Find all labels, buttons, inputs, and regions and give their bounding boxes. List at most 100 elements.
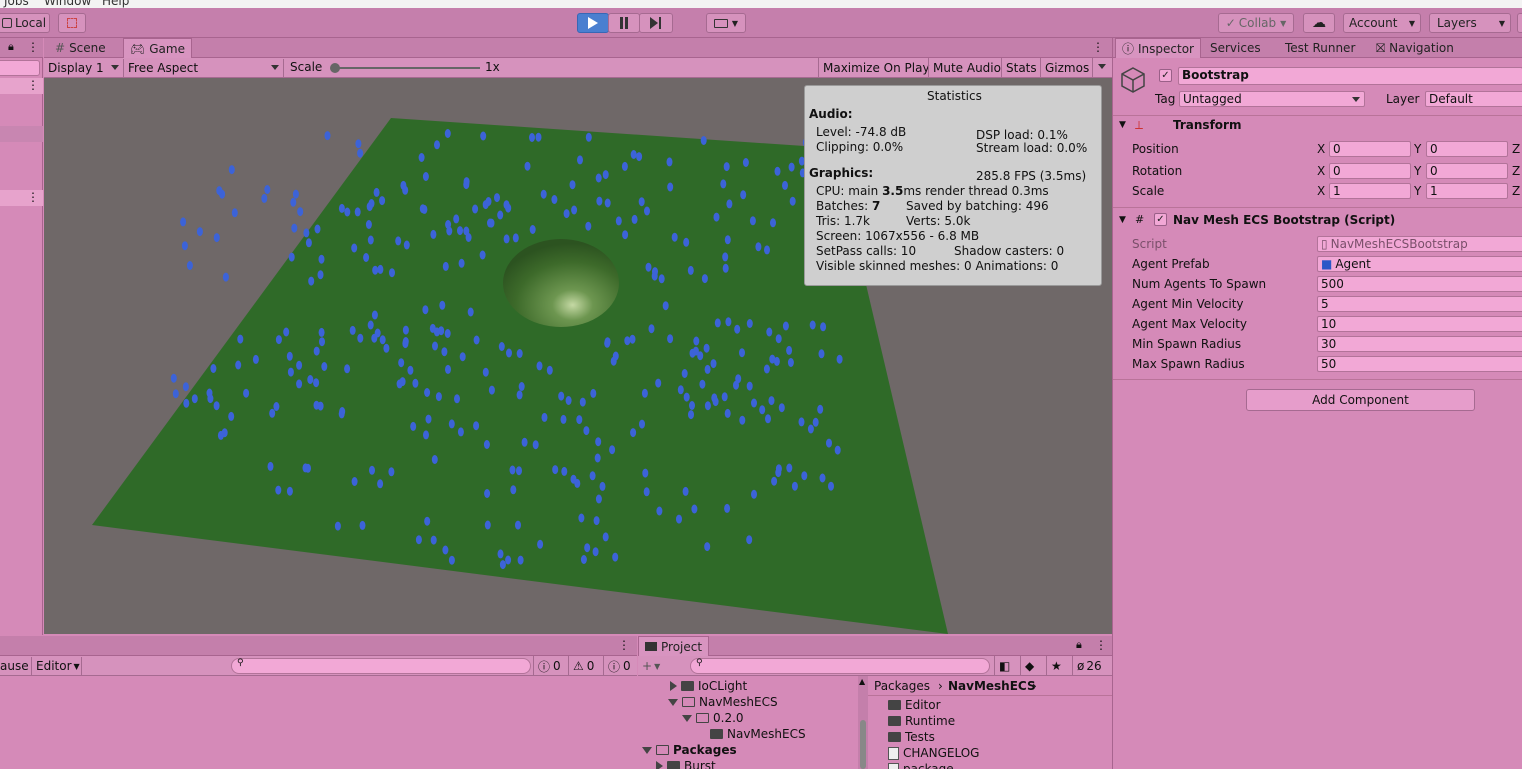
play-button[interactable] [577,13,609,33]
info-count-toggle[interactable]: ⓘ 0 [603,656,635,676]
error-count-toggle[interactable]: ⓘ 0 [533,656,565,676]
search-icon: ⚲ [237,658,244,668]
file-package[interactable]: package [888,762,954,769]
tag-dropdown[interactable]: Untagged [1179,91,1365,107]
object-name-field[interactable]: Bootstrap [1178,67,1522,85]
local-button[interactable]: Local [0,13,50,33]
breadcrumb-packages[interactable]: Packages [874,679,930,693]
file-runtime[interactable]: Runtime [888,714,955,728]
layer-dropdown[interactable]: Default [1425,91,1522,107]
breadcrumb-navmeshecs[interactable]: NavMeshECS [948,679,1036,693]
console-search[interactable]: ⚲ [231,658,531,674]
search-by-type-button[interactable]: ◧ [994,656,1014,676]
maximize-on-play-button[interactable]: Maximize On Play [818,58,934,78]
project-search[interactable]: ⚲ [690,658,990,674]
layers-dropdown[interactable]: Layers ▼ [1429,13,1511,33]
cloud-button[interactable]: ☁ [1303,13,1335,33]
skinned-meshes: Visible skinned meshes: 0 Animations: 0 [816,259,1059,273]
step-button[interactable] [639,13,673,33]
pivot-button[interactable] [58,13,86,33]
position-y-field[interactable]: 0 [1426,141,1508,157]
add-component-button[interactable]: Add Component [1246,389,1475,411]
subscene-row[interactable]: ⋮ [0,190,43,206]
rotation-x-field[interactable]: 0 [1329,163,1411,179]
hidden-packages-button[interactable]: ø 26 [1072,656,1106,676]
position-x-field[interactable]: 0 [1329,141,1411,157]
favorites-button[interactable]: ★ [1046,656,1066,676]
collab-button[interactable]: ✓ Collab ▼ [1218,13,1294,33]
chevron-down-icon[interactable]: ▼ [1119,120,1126,130]
console-log-area[interactable] [0,676,637,769]
num-agents-field[interactable]: 500 [1317,276,1522,292]
pause-button[interactable] [608,13,640,33]
lock-icon[interactable]: 🔒︎ [8,40,14,54]
tree-item-burst[interactable]: Burst [656,759,716,769]
account-dropdown[interactable]: Account ▼ [1343,13,1421,33]
scale-x-field[interactable]: 1 [1329,183,1411,199]
display-dropdown[interactable]: Display 1 [44,59,124,77]
aspect-dropdown[interactable]: Free Aspect [124,59,284,77]
file-tests[interactable]: Tests [888,730,935,744]
agent-prefab-field[interactable]: ■ Agent [1317,256,1522,272]
grid-icon [67,18,77,28]
min-spawn-radius-field[interactable]: 30 [1317,336,1522,352]
tree-item-iocl[interactable]: IoCLight [670,679,747,693]
gizmos-dropdown[interactable] [1092,58,1112,78]
scale-slider-thumb[interactable] [330,63,340,73]
tab-navigation[interactable]: ⛝ Navigation [1370,38,1460,58]
max-velocity-field[interactable]: 10 [1317,316,1522,332]
menu-help[interactable]: Help [102,0,129,8]
star-icon: ★ [1051,659,1062,673]
tab-services[interactable]: Services [1204,38,1267,58]
layout-device-button[interactable]: ▼ [706,13,746,33]
transform-title[interactable]: Transform [1173,118,1241,132]
tab-project[interactable]: Project [638,636,710,656]
lock-icon[interactable]: 🔒︎ [1076,638,1082,652]
max-spawn-radius-field[interactable]: 50 [1317,356,1522,372]
tree-item-version[interactable]: 0.2.0 [682,711,744,725]
error-pause-button[interactable]: ause [0,657,32,675]
hierarchy-search[interactable] [0,60,40,76]
chevron-down-icon[interactable]: ▼ [1119,215,1126,225]
active-checkbox[interactable]: ✓ [1159,69,1172,82]
chevron-down-icon [271,65,279,70]
project-tree-scrollbar[interactable]: ▲ [858,676,868,769]
min-velocity-field[interactable]: 5 [1317,296,1522,312]
rotation-y-field[interactable]: 0 [1426,163,1508,179]
tab-test-runner[interactable]: Test Runner [1279,38,1361,58]
more-icon[interactable]: ⋮ [1092,40,1104,54]
search-by-label-button[interactable]: ◆ [1020,656,1038,676]
tab-game[interactable]: 🎮︎ Game [123,38,192,58]
menu-jobs[interactable]: Jobs [4,0,29,8]
editor-dropdown[interactable]: Editor ▼ [32,657,82,675]
selected-row[interactable] [0,126,43,142]
mute-audio-button[interactable]: Mute Audio [928,58,1005,78]
more-icon[interactable]: ⋮ [1095,638,1107,652]
more-icon[interactable]: ⋮ [27,78,39,92]
agent-marker [801,471,808,481]
component-title[interactable]: Nav Mesh ECS Bootstrap (Script) [1173,213,1395,227]
agent-marker [518,382,525,391]
warning-count-toggle[interactable]: ⚠ 0 [568,656,598,676]
scene-row[interactable]: ⋮ [0,78,43,94]
agent-marker [643,487,650,497]
tab-scene[interactable]: # Scene [49,38,112,58]
gizmos-button[interactable]: Gizmos [1040,58,1093,78]
menu-window[interactable]: Window [44,0,91,8]
tree-item-packages[interactable]: Packages [642,743,737,757]
file-editor[interactable]: Editor [888,698,941,712]
tree-item-navmeshecs[interactable]: NavMeshECS [668,695,778,709]
scale-slider[interactable] [330,63,480,73]
layout-button[interactable] [1517,13,1522,33]
scale-y-field[interactable]: 1 [1426,183,1508,199]
tree-item-navmeshecs-inner[interactable]: NavMeshECS [710,727,806,741]
more-icon[interactable]: ⋮ [618,638,630,652]
more-icon[interactable]: ⋮ [27,40,39,54]
tab-inspector[interactable]: ⓘ Inspector [1115,38,1201,58]
component-enabled-checkbox[interactable]: ✓ [1154,213,1167,226]
scroll-thumb[interactable] [860,720,866,769]
file-changelog[interactable]: CHANGELOG [888,746,979,760]
create-button[interactable]: + ▼ [638,656,664,676]
more-icon[interactable]: ⋮ [27,190,39,204]
stats-button[interactable]: Stats [1001,58,1041,78]
